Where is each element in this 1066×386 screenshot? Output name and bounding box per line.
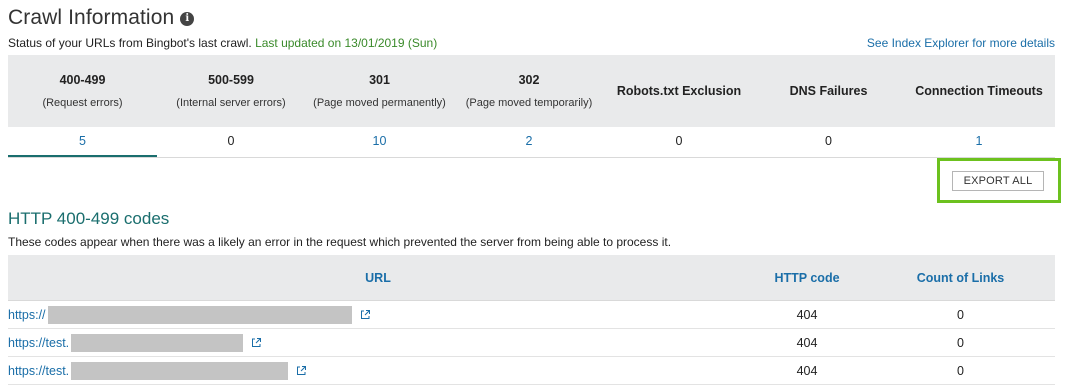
last-updated-text: Last updated on 13/01/2019 (Sun) <box>255 36 438 50</box>
redacted-url <box>71 361 289 380</box>
summary-value-timeouts[interactable]: 1 <box>903 127 1055 157</box>
summary-code: Robots.txt Exclusion <box>616 84 742 98</box>
summary-tab-500[interactable]: 500-599 (Internal server errors) <box>157 55 305 127</box>
url-link[interactable]: https://test. <box>8 364 69 378</box>
summary-tab-timeouts[interactable]: Connection Timeouts <box>903 55 1055 127</box>
summary-code: DNS Failures <box>789 84 868 98</box>
errors-table: URL HTTP code Count of Links https:// 40… <box>8 255 1055 385</box>
url-cell[interactable]: https:// <box>8 301 748 328</box>
summary-value-dns: 0 <box>825 134 832 148</box>
summary-value-robots: 0 <box>675 134 683 148</box>
summary-desc: (Page moved permanently) <box>313 97 446 109</box>
table-row: https:// 404 0 <box>8 301 1055 329</box>
table-row: https://test. 404 0 <box>8 329 1055 357</box>
redacted-url <box>47 305 352 324</box>
url-cell[interactable]: https://test. <box>8 329 748 356</box>
page-title: Crawl Information <box>8 6 175 29</box>
summary-values: 5 0 10 2 0 0 1 <box>8 127 1055 158</box>
summary-code: 500-599 <box>208 73 254 87</box>
export-highlight: EXPORT ALL <box>937 158 1061 203</box>
column-header-count-of-links[interactable]: Count of Links <box>866 255 1055 300</box>
summary-tab-301[interactable]: 301 (Page moved permanently) <box>305 55 454 127</box>
count-of-links-cell: 0 <box>957 363 964 378</box>
summary-desc: (Internal server errors) <box>176 97 286 109</box>
summary-code: 302 <box>518 73 540 87</box>
summary-tab-302[interactable]: 302 (Page moved temporarily) <box>454 55 604 127</box>
url-cell[interactable]: https://test. <box>8 357 748 384</box>
summary-value-302[interactable]: 2 <box>454 127 604 157</box>
summary-desc: (Request errors) <box>42 97 123 109</box>
summary-value-500: 0 <box>227 134 235 148</box>
index-explorer-link[interactable]: See Index Explorer for more details <box>867 36 1055 50</box>
summary-desc: (Page moved temporarily) <box>465 97 593 109</box>
page-header: Crawl Information i <box>8 4 195 32</box>
http-code-cell: 404 <box>796 307 818 322</box>
crawl-summary: 400-499 (Request errors) 500-599 (Intern… <box>8 55 1055 158</box>
external-link-icon[interactable] <box>296 365 307 376</box>
count-of-links-cell: 0 <box>957 335 964 350</box>
external-link-icon[interactable] <box>360 309 371 320</box>
section-title: HTTP 400-499 codes <box>8 209 170 228</box>
summary-code: 400-499 <box>59 73 106 87</box>
table-row: https://test. 404 0 <box>8 357 1055 385</box>
external-link-icon[interactable] <box>251 337 262 348</box>
status-text: Status of your URLs from Bingbot's last … <box>8 36 252 50</box>
summary-value-301[interactable]: 10 <box>305 127 454 157</box>
summary-value-400[interactable]: 5 <box>8 127 157 157</box>
summary-code: Connection Timeouts <box>915 84 1043 98</box>
info-icon[interactable]: i <box>180 12 195 26</box>
summary-tab-dns[interactable]: DNS Failures <box>754 55 903 127</box>
url-link[interactable]: https://test. <box>8 336 69 350</box>
url-link[interactable]: https:// <box>8 308 46 322</box>
table-header: URL HTTP code Count of Links <box>8 255 1055 301</box>
summary-header: 400-499 (Request errors) 500-599 (Intern… <box>8 55 1055 127</box>
section-description: These codes appear when there was a like… <box>8 235 672 249</box>
summary-tab-robots[interactable]: Robots.txt Exclusion <box>604 55 754 127</box>
summary-tab-400[interactable]: 400-499 (Request errors) <box>8 55 157 127</box>
http-code-cell: 404 <box>796 335 818 350</box>
http-code-cell: 404 <box>796 363 818 378</box>
redacted-url <box>71 333 244 352</box>
crawl-status: Status of your URLs from Bingbot's last … <box>8 36 437 50</box>
column-header-http-code[interactable]: HTTP code <box>748 255 866 300</box>
column-header-url[interactable]: URL <box>8 255 748 300</box>
summary-code: 301 <box>369 73 390 87</box>
export-all-button[interactable]: EXPORT ALL <box>952 171 1044 191</box>
count-of-links-cell: 0 <box>957 307 964 322</box>
